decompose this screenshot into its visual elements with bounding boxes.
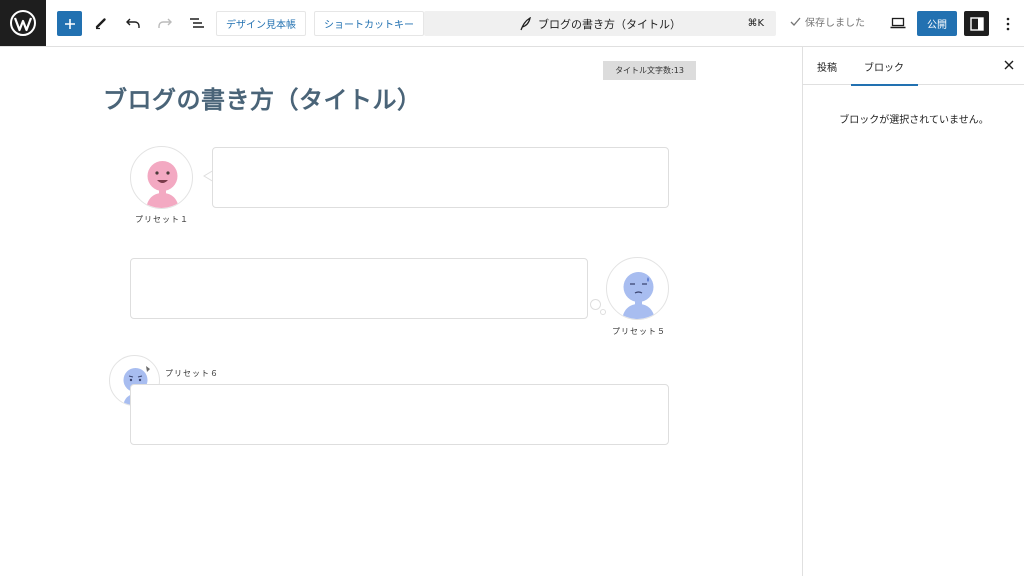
list-view-icon bbox=[190, 18, 204, 28]
settings-sidebar: 投稿 ブロック ブロックが選択されていません。 bbox=[802, 47, 1024, 576]
design-sample-button[interactable]: デザイン見本帳 bbox=[216, 11, 306, 36]
blue-avatar-icon bbox=[622, 272, 655, 319]
more-vertical-icon bbox=[1006, 17, 1010, 30]
editor-canvas[interactable]: タイトル文字数:13 ブログの書き方（タイトル） プリセット１ プリセット５ プ… bbox=[0, 47, 802, 576]
laptop-icon bbox=[890, 17, 906, 29]
avatar-caption: プリセット５ bbox=[612, 327, 666, 336]
pink-avatar-icon bbox=[146, 161, 179, 208]
redo-icon bbox=[158, 18, 172, 28]
speech-avatar-preset-1[interactable] bbox=[130, 146, 193, 209]
thought-dot-large bbox=[590, 299, 601, 310]
title-character-count: タイトル文字数:13 bbox=[603, 61, 696, 80]
add-block-button[interactable] bbox=[57, 11, 82, 36]
wordpress-logo-icon bbox=[10, 10, 36, 36]
no-block-selected-message: ブロックが選択されていません。 bbox=[839, 115, 989, 126]
editor-top-toolbar: デザイン見本帳 ショートカットキー ブログの書き方（タイトル） ⌘K 保存しまし… bbox=[0, 0, 1024, 47]
wordpress-logo-button[interactable] bbox=[0, 0, 46, 46]
plus-icon bbox=[64, 18, 75, 29]
speech-bubble-1[interactable] bbox=[212, 147, 669, 208]
avatar-caption: プリセット６ bbox=[165, 369, 219, 378]
speech-bubble-3[interactable] bbox=[130, 384, 669, 445]
saved-label: 保存しました bbox=[805, 18, 865, 29]
speech-avatar-preset-5[interactable] bbox=[606, 257, 669, 320]
settings-button[interactable] bbox=[964, 11, 989, 36]
pencil-icon bbox=[95, 18, 106, 30]
preview-button[interactable] bbox=[886, 11, 910, 35]
shortcut-key-button[interactable]: ショートカットキー bbox=[314, 11, 424, 36]
close-icon bbox=[1004, 60, 1014, 70]
undo-button[interactable] bbox=[121, 11, 145, 35]
post-title[interactable]: ブログの書き方（タイトル） bbox=[103, 80, 422, 115]
close-sidebar-button[interactable] bbox=[1004, 59, 1014, 74]
check-icon bbox=[790, 17, 801, 26]
options-button[interactable] bbox=[998, 11, 1018, 36]
sidebar-panel-icon bbox=[969, 16, 984, 31]
tools-button[interactable] bbox=[89, 11, 113, 35]
thought-dot-small bbox=[600, 309, 606, 315]
sidebar-tabs: 投稿 ブロック bbox=[803, 47, 1024, 86]
undo-icon bbox=[126, 18, 140, 28]
redo-button[interactable] bbox=[153, 11, 177, 35]
document-overview-button[interactable] bbox=[185, 11, 209, 35]
publish-button[interactable]: 公開 bbox=[917, 11, 957, 36]
document-title-text: ブログの書き方（タイトル） bbox=[538, 17, 681, 31]
document-title-bar[interactable]: ブログの書き方（タイトル） ⌘K bbox=[424, 11, 776, 36]
feather-icon bbox=[520, 16, 531, 30]
tab-post[interactable]: 投稿 bbox=[817, 47, 837, 85]
speech-bubble-2[interactable] bbox=[130, 258, 588, 319]
save-status: 保存しました bbox=[790, 14, 865, 29]
command-k-shortcut: ⌘K bbox=[747, 18, 764, 29]
tab-block[interactable]: ブロック bbox=[851, 47, 918, 86]
avatar-caption: プリセット１ bbox=[135, 215, 189, 224]
